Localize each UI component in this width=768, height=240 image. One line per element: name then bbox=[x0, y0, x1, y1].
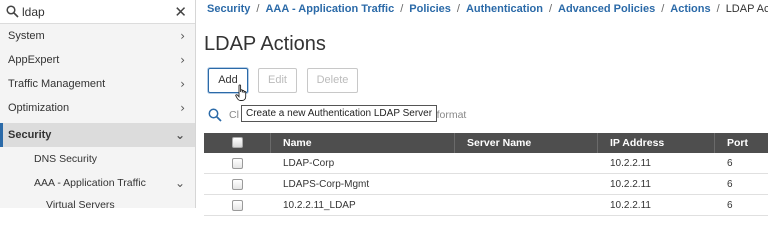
sidebar-item-label: Security bbox=[8, 129, 52, 141]
sidebar-item-label: Virtual Servers bbox=[46, 199, 115, 208]
clear-search-icon[interactable]: ✕ bbox=[174, 4, 187, 20]
chevron-right-icon: › bbox=[180, 77, 185, 91]
table-row[interactable]: 10.2.2.11_LDAP 10.2.2.11 6 bbox=[204, 195, 768, 216]
sidebar-subitem-virtual-servers[interactable]: Virtual Servers bbox=[0, 195, 195, 208]
breadcrumb-link-security[interactable]: Security bbox=[207, 3, 250, 15]
sidebar-item-optimization[interactable]: Optimization › bbox=[0, 96, 195, 120]
page-title: LDAP Actions bbox=[204, 33, 326, 55]
hand-cursor-icon bbox=[235, 84, 248, 107]
cell-port: 6 bbox=[727, 179, 733, 190]
column-header-ip-address[interactable]: IP Address bbox=[598, 133, 715, 153]
sidebar-item-label: AppExpert bbox=[8, 54, 60, 66]
breadcrumb: Security / AAA - Application Traffic / Polic… bbox=[207, 3, 768, 15]
breadcrumb-separator: / bbox=[256, 3, 260, 15]
ldap-actions-table: Name Server Name IP Address Port LDAP-Co… bbox=[204, 133, 768, 216]
sidebar: ✕ System › AppExpert › Traffic Managemen… bbox=[0, 0, 196, 208]
add-tooltip: Create a new Authentication LDAP Server bbox=[241, 105, 438, 122]
breadcrumb-separator: / bbox=[548, 3, 552, 15]
sidebar-search: ✕ bbox=[0, 0, 195, 24]
breadcrumb-link-policies[interactable]: Policies bbox=[409, 3, 451, 15]
breadcrumb-link-advanced-policies[interactable]: Advanced Policies bbox=[558, 3, 655, 15]
row-select-cell bbox=[204, 174, 271, 195]
chevron-right-icon: › bbox=[180, 53, 185, 67]
cell-ip-address: 10.2.2.11 bbox=[610, 179, 651, 190]
select-all-cell bbox=[204, 133, 271, 153]
sidebar-item-system[interactable]: System › bbox=[0, 24, 195, 48]
delete-button[interactable]: Delete bbox=[307, 68, 358, 93]
cell-name: LDAPS-Corp-Mgmt bbox=[283, 179, 370, 190]
search-icon bbox=[6, 5, 19, 23]
table-search-placeholder: Cl bbox=[229, 109, 239, 121]
sidebar-item-appexpert[interactable]: AppExpert › bbox=[0, 48, 195, 72]
breadcrumb-separator: / bbox=[661, 3, 665, 15]
row-select-cell bbox=[204, 153, 271, 174]
cell-server-name bbox=[455, 153, 598, 174]
cell-ip-address: 10.2.2.11 bbox=[610, 200, 651, 211]
main-content: Security / AAA - Application Traffic / Polic… bbox=[197, 0, 768, 216]
app-window: ✕ System › AppExpert › Traffic Managemen… bbox=[0, 0, 768, 216]
breadcrumb-link-actions[interactable]: Actions bbox=[670, 3, 710, 15]
sidebar-item-label: System bbox=[8, 30, 45, 42]
row-checkbox[interactable] bbox=[232, 200, 243, 211]
row-checkbox[interactable] bbox=[232, 158, 243, 169]
sidebar-item-traffic-management[interactable]: Traffic Management › bbox=[0, 72, 195, 96]
cell-name: LDAP-Corp bbox=[283, 158, 335, 169]
sidebar-subitem-aaa-application-traffic[interactable]: AAA - Application Traffic ⌄ bbox=[0, 171, 195, 195]
select-all-checkbox[interactable] bbox=[232, 137, 243, 148]
cell-server-name bbox=[455, 174, 598, 195]
column-header-port[interactable]: Port bbox=[715, 133, 768, 153]
column-header-server-name[interactable]: Server Name bbox=[455, 133, 598, 153]
sidebar-item-label: AAA - Application Traffic bbox=[34, 177, 146, 189]
search-icon bbox=[208, 108, 222, 127]
breadcrumb-link-authentication[interactable]: Authentication bbox=[466, 3, 543, 15]
chevron-right-icon: › bbox=[180, 29, 185, 43]
edit-button[interactable]: Edit bbox=[258, 68, 297, 93]
row-checkbox[interactable] bbox=[232, 179, 243, 190]
table-header-row: Name Server Name IP Address Port bbox=[204, 133, 768, 153]
breadcrumb-separator: / bbox=[716, 3, 720, 15]
sidebar-item-label: Traffic Management bbox=[8, 78, 106, 90]
cell-port: 6 bbox=[727, 158, 733, 169]
sidebar-subitem-dns-security[interactable]: DNS Security bbox=[0, 147, 195, 171]
breadcrumb-link-aaa[interactable]: AAA - Application Traffic bbox=[265, 3, 394, 15]
chevron-down-icon: ⌄ bbox=[174, 176, 185, 190]
table-row[interactable]: LDAPS-Corp-Mgmt 10.2.2.11 6 bbox=[204, 174, 768, 195]
sidebar-item-label: DNS Security bbox=[34, 153, 98, 165]
cell-name: 10.2.2.11_LDAP bbox=[283, 200, 356, 211]
cell-server-name bbox=[455, 195, 598, 216]
cell-ip-address: 10.2.2.11 bbox=[610, 158, 651, 169]
chevron-right-icon: › bbox=[180, 101, 185, 115]
cell-port: 6 bbox=[727, 200, 733, 211]
sidebar-search-input[interactable] bbox=[22, 2, 162, 22]
chevron-down-icon: ⌄ bbox=[174, 128, 185, 142]
table-row[interactable]: LDAP-Corp 10.2.2.11 6 bbox=[204, 153, 768, 174]
breadcrumb-current: LDAP Actions bbox=[725, 3, 768, 15]
breadcrumb-separator: / bbox=[400, 3, 404, 15]
breadcrumb-separator: / bbox=[456, 3, 460, 15]
sidebar-item-security[interactable]: Security ⌄ bbox=[0, 123, 195, 147]
sidebar-item-label: Optimization bbox=[8, 102, 70, 114]
column-header-name[interactable]: Name bbox=[271, 133, 455, 153]
row-select-cell bbox=[204, 195, 271, 216]
